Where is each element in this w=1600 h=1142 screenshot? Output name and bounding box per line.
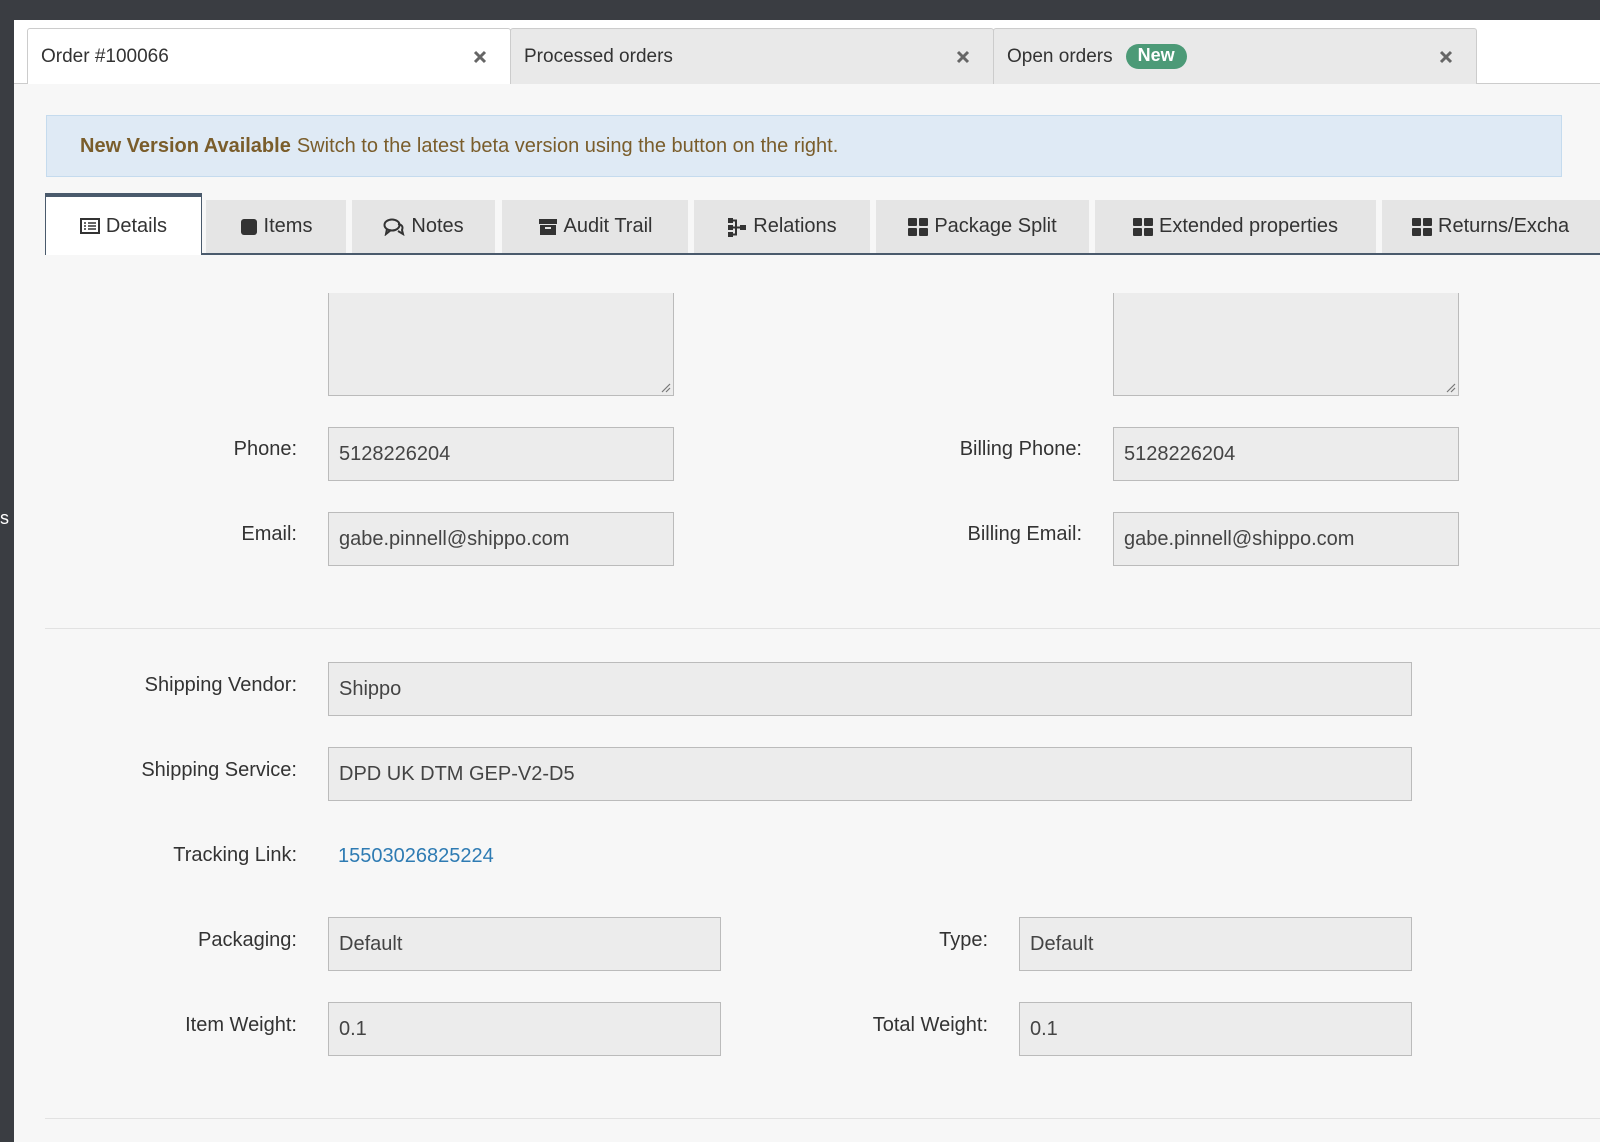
total-weight-field[interactable]: 0.1: [1019, 1002, 1412, 1056]
grid-icon: [1132, 217, 1153, 236]
new-badge: New: [1125, 44, 1187, 69]
tab-label: Notes: [411, 215, 464, 237]
section-divider: [45, 628, 1600, 629]
type-label: Type:: [939, 929, 988, 951]
tab-label: Package Split: [934, 215, 1057, 237]
window-top-bar: [0, 0, 1600, 20]
grid-icon: [1412, 217, 1432, 236]
billing-address-textarea[interactable]: [1113, 293, 1459, 396]
tab-package-split[interactable]: Package Split: [876, 200, 1089, 253]
doc-tab-label: Open orders: [1007, 45, 1113, 67]
alert-title: New Version Available: [80, 134, 291, 157]
billing-phone-field[interactable]: 5128226204: [1113, 427, 1459, 481]
billing-email-field[interactable]: gabe.pinnell@shippo.com: [1113, 512, 1459, 566]
detail-tabs: Details Items Notes Audit Trail Relation…: [45, 193, 1600, 255]
phone-field[interactable]: 5128226204: [328, 427, 674, 481]
shipping-service-field[interactable]: DPD UK DTM GEP-V2-D5: [328, 747, 1412, 801]
tab-returns-exchanges[interactable]: Returns/Excha: [1382, 200, 1600, 253]
billing-phone-label: Billing Phone:: [959, 438, 1082, 460]
doc-tab-processed-orders[interactable]: Processed orders: [510, 28, 994, 84]
tab-extended-properties[interactable]: Extended properties: [1095, 200, 1376, 253]
doc-tab-open-orders[interactable]: Open orders New: [993, 28, 1477, 84]
tab-details[interactable]: Details: [45, 193, 202, 255]
email-label: Email:: [241, 523, 297, 545]
shipping-vendor-label: Shipping Vendor:: [144, 674, 297, 696]
type-field[interactable]: Default: [1019, 917, 1412, 971]
resize-grip-icon[interactable]: [1444, 381, 1456, 393]
close-icon[interactable]: [955, 49, 971, 65]
order-content: New Version Available Switch to the late…: [14, 84, 1600, 1142]
doc-tab-label: Processed orders: [524, 45, 673, 67]
square-icon: [240, 218, 258, 236]
close-icon[interactable]: [472, 49, 488, 65]
packaging-field[interactable]: Default: [328, 917, 721, 971]
section-divider: [45, 1118, 1600, 1119]
tab-notes[interactable]: Notes: [352, 200, 495, 253]
tracking-link-label: Tracking Link:: [173, 844, 297, 866]
tab-label: Relations: [753, 215, 837, 237]
shipping-address-textarea[interactable]: [328, 293, 674, 396]
tab-label: Audit Trail: [563, 215, 653, 237]
close-icon[interactable]: [1438, 49, 1454, 65]
total-weight-label: Total Weight:: [872, 1014, 988, 1036]
alert-message: Switch to the latest beta version using …: [296, 134, 839, 157]
tab-relations[interactable]: Relations: [694, 200, 870, 253]
packaging-label: Packaging:: [198, 929, 297, 951]
email-field[interactable]: gabe.pinnell@shippo.com: [328, 512, 674, 566]
tab-label: Returns/Excha: [1438, 215, 1570, 237]
billing-email-label: Billing Email:: [967, 523, 1082, 545]
doc-tab-label: Order #100066: [41, 46, 169, 67]
shipping-service-label: Shipping Service:: [141, 759, 297, 781]
grid-icon: [908, 217, 929, 236]
list-icon: [79, 218, 100, 234]
resize-grip-icon[interactable]: [659, 381, 671, 393]
tracking-link[interactable]: 15503026825224: [338, 845, 494, 868]
sidebar-edge: s: [0, 20, 14, 1142]
phone-label: Phone:: [233, 438, 297, 460]
comments-icon: [383, 218, 405, 236]
item-weight-field[interactable]: 0.1: [328, 1002, 721, 1056]
doc-tab-order[interactable]: Order #100066: [27, 28, 511, 85]
tab-label: Items: [263, 215, 313, 237]
new-version-alert: New Version Available Switch to the late…: [46, 115, 1562, 177]
tab-label: Extended properties: [1158, 215, 1338, 237]
shipping-vendor-field[interactable]: Shippo: [328, 662, 1412, 716]
archive-icon: [538, 218, 558, 236]
sidebar-text-fragment: s: [0, 508, 9, 528]
tab-items[interactable]: Items: [206, 200, 346, 253]
document-tab-bar: Order #100066 Processed orders Open orde…: [14, 20, 1600, 85]
tab-label: Details: [105, 214, 168, 237]
item-weight-label: Item Weight:: [185, 1014, 297, 1036]
sitemap-icon: [727, 217, 747, 237]
tab-audit-trail[interactable]: Audit Trail: [502, 200, 688, 253]
